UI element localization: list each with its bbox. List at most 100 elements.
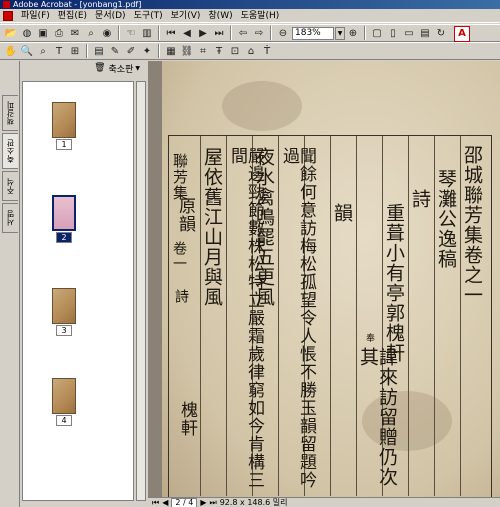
- actual-size-icon[interactable]: ▢: [370, 26, 384, 40]
- touchup-object-icon[interactable]: Ṫ: [260, 44, 274, 58]
- menu-file[interactable]: 파일(F): [17, 9, 54, 23]
- text-column-1: 邵城聯芳集卷之一: [461, 145, 483, 305]
- thumbnail-scrollbar[interactable]: [136, 81, 146, 501]
- save-icon[interactable]: ▣: [36, 26, 50, 40]
- highlight-icon[interactable]: ✐: [124, 44, 138, 58]
- margin-title: 聯芳集: [171, 153, 189, 201]
- first-page-icon[interactable]: ⏮: [152, 498, 159, 507]
- toolbar-main: 📂 ◍ ▣ ⎙ ✉ ⌕ ◉ ☜ ▥ ⏮ ◀ ▶ ⏭ ⇦ ⇨ ⊖ 183% ▼ ⊕…: [0, 24, 500, 42]
- fit-page-icon[interactable]: ▯: [386, 26, 400, 40]
- zoom-in-icon[interactable]: ⊕: [346, 26, 360, 40]
- thumbnail-label: 4: [56, 415, 72, 426]
- go-back-icon[interactable]: ⇦: [236, 26, 250, 40]
- text-column-11: 原韻: [175, 197, 195, 233]
- text-column-9: 嚴邊勁節數株松特立嚴霜歲律窮如今肯構三間: [227, 147, 264, 489]
- acrobat-app-icon: [3, 1, 10, 8]
- fit-visible-icon[interactable]: ▤: [418, 26, 432, 40]
- trash-icon[interactable]: 🗑: [94, 63, 105, 73]
- thumbnail-page-3[interactable]: 3: [52, 288, 76, 336]
- stamp-icon[interactable]: ✦: [140, 44, 154, 58]
- link-icon[interactable]: ⛓: [180, 44, 194, 58]
- thumbnail-page-1[interactable]: 1: [52, 102, 76, 150]
- page-indicator[interactable]: 2 / 4: [171, 497, 198, 507]
- note-tool-icon[interactable]: ▤: [92, 44, 106, 58]
- thumbnail-panel: 🗑 축소판 ▼ 1 2 3 4: [20, 61, 146, 507]
- text-column-10: 屋依舊江山月與風: [201, 147, 223, 307]
- signature: 槐軒: [177, 401, 197, 437]
- menu-tools[interactable]: 도구(T): [130, 9, 167, 23]
- margin-volume: 卷一: [171, 241, 187, 271]
- next-page-icon[interactable]: ▶: [196, 26, 210, 40]
- last-page-icon[interactable]: ⏭: [209, 498, 216, 507]
- menu-edit[interactable]: 편집(E): [54, 9, 91, 23]
- zoom-out-icon[interactable]: ⊖: [276, 26, 290, 40]
- small-note: 奉: [364, 333, 374, 343]
- tab-bookmarks-label: 책갈피: [6, 101, 15, 125]
- email-icon[interactable]: ✉: [68, 26, 82, 40]
- touchup-text-icon[interactable]: Ŧ: [212, 44, 226, 58]
- thumbnail-page-2[interactable]: 2: [52, 195, 76, 243]
- create-pdf-icon[interactable]: ◍: [20, 26, 34, 40]
- first-page-icon[interactable]: ⏮: [164, 26, 178, 40]
- crop-icon[interactable]: ⌗: [196, 44, 210, 58]
- go-forward-icon[interactable]: ⇨: [252, 26, 266, 40]
- movie-icon[interactable]: ▦: [164, 44, 178, 58]
- separator: [270, 26, 272, 40]
- previous-page-icon[interactable]: ◀: [162, 498, 168, 507]
- menu-view[interactable]: 보기(V): [167, 9, 205, 23]
- previous-page-icon[interactable]: ◀: [180, 26, 194, 40]
- pencil-icon[interactable]: ✎: [108, 44, 122, 58]
- document-page[interactable]: 聯芳集 卷一 詩 邵城聯芳集卷之一 琴灘公逸稿 詩 重葺小有亭郭槐軒 奉 諱來訪…: [162, 61, 500, 497]
- thumbnail-image[interactable]: [52, 102, 76, 138]
- thumbnail-page-4[interactable]: 4: [52, 378, 76, 426]
- panel-header: 🗑 축소판 ▼: [20, 61, 146, 75]
- form-tool-icon[interactable]: ⊡: [228, 44, 242, 58]
- column-rule: [278, 136, 279, 496]
- print-icon[interactable]: ⎙: [52, 26, 66, 40]
- rotate-icon[interactable]: ↻: [434, 26, 448, 40]
- tab-signatures[interactable]: 서명: [2, 203, 18, 233]
- separator: [158, 26, 160, 40]
- separator: [86, 44, 88, 58]
- tab-comments[interactable]: 주석: [2, 171, 18, 201]
- next-page-icon[interactable]: ▶: [200, 498, 206, 507]
- thumbnail-image[interactable]: [52, 378, 76, 414]
- open-icon[interactable]: 📂: [4, 26, 18, 40]
- document-icon[interactable]: [3, 10, 13, 21]
- text-select-icon[interactable]: T: [52, 44, 66, 58]
- chevron-down-icon[interactable]: ▼: [135, 65, 140, 72]
- graphics-select-icon[interactable]: ⊞: [68, 44, 82, 58]
- last-page-icon[interactable]: ⏭: [212, 26, 226, 40]
- text-column-2: 琴灘公逸稿: [435, 169, 457, 269]
- chevron-down-icon[interactable]: ▼: [335, 26, 345, 40]
- article-tool-icon[interactable]: ⌂: [244, 44, 258, 58]
- separator: [158, 44, 160, 58]
- fit-width-icon[interactable]: ▭: [402, 26, 416, 40]
- navigation-pane-icon[interactable]: ▥: [140, 26, 154, 40]
- zoom-tool-icon[interactable]: 🔍: [20, 44, 34, 58]
- thumbnail-list[interactable]: 1 2 3 4: [22, 81, 134, 501]
- menu-window[interactable]: 창(W): [204, 9, 236, 23]
- tab-signatures-label: 서명: [6, 210, 15, 226]
- hand-tool-icon[interactable]: ✋: [4, 44, 18, 58]
- tab-thumbnails[interactable]: 축소판: [2, 133, 18, 169]
- thumbnail-image[interactable]: [52, 195, 76, 231]
- panel-header-label[interactable]: 축소판: [109, 62, 134, 75]
- thumbnail-image[interactable]: [52, 288, 76, 324]
- tab-bookmarks[interactable]: 책갈피: [2, 95, 18, 131]
- hand-icon[interactable]: ☜: [124, 26, 138, 40]
- separator: [118, 26, 120, 40]
- web-icon[interactable]: ◉: [100, 26, 114, 40]
- zoom-tool-dropdown-icon[interactable]: ⌕: [36, 44, 50, 58]
- menu-bar: 파일(F) 편집(E) 문서(D) 도구(T) 보기(V) 창(W) 도움말(H…: [0, 9, 500, 23]
- column-rule: [356, 136, 357, 496]
- search-icon[interactable]: ⌕: [84, 26, 98, 40]
- tab-thumbnails-label: 축소판: [6, 139, 15, 163]
- zoom-input[interactable]: 183%: [292, 26, 334, 40]
- paper-stain: [222, 81, 302, 131]
- thumbnail-label: 2: [56, 232, 72, 243]
- document-view[interactable]: 聯芳集 卷一 詩 邵城聯芳集卷之一 琴灘公逸稿 詩 重葺小有亭郭槐軒 奉 諱來訪…: [148, 61, 500, 497]
- acrobat-logo-icon: A: [458, 28, 466, 39]
- menu-help[interactable]: 도움말(H): [237, 9, 284, 23]
- menu-document[interactable]: 문서(D): [91, 9, 130, 23]
